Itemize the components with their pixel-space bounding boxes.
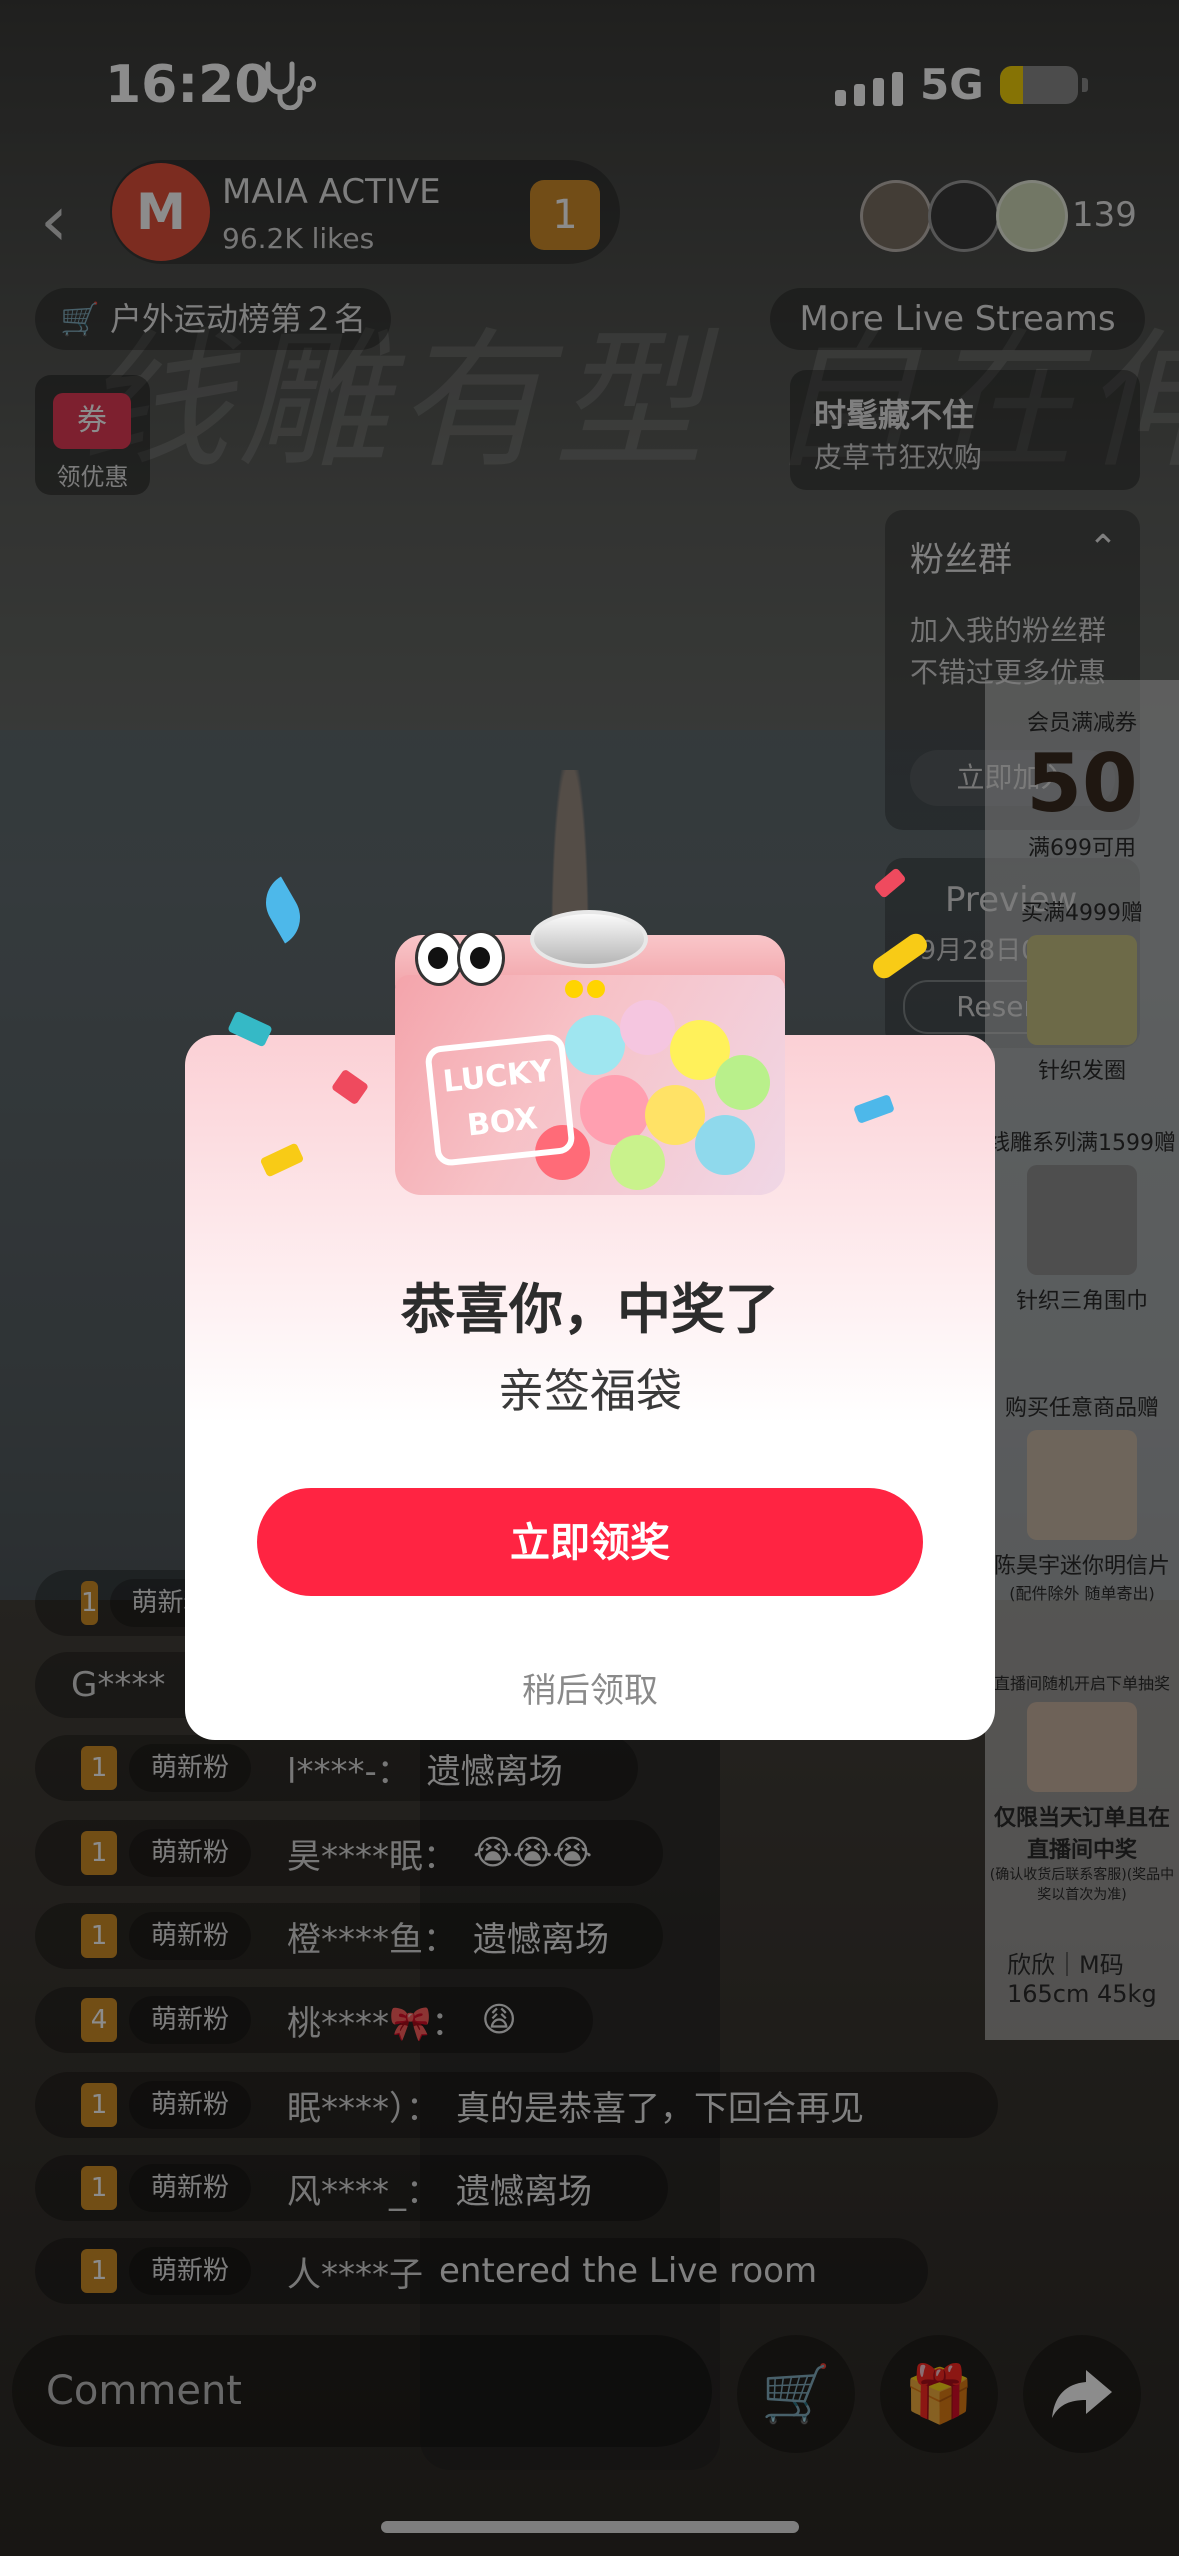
prize-title: 恭喜你，中奖了	[401, 1278, 779, 1341]
eye-icon	[415, 930, 463, 986]
lucky-box-label: LUCKY BOX	[424, 1033, 576, 1167]
eye-icon	[457, 930, 505, 986]
lucky-box-illustration: LUCKY BOX	[395, 910, 785, 1195]
prize-subtitle: 亲签福袋	[498, 1364, 682, 1418]
claim-later-button[interactable]: 稍后领取	[185, 1663, 995, 1712]
claim-prize-button[interactable]: 立即领奖	[257, 1488, 923, 1596]
